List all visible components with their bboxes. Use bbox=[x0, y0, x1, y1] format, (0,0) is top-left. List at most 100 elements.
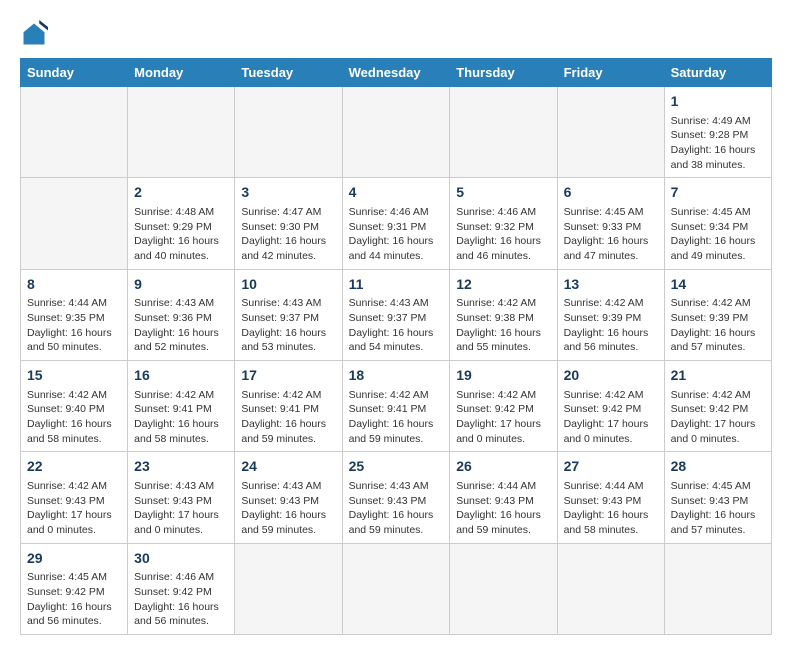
calendar-day-cell: 24Sunrise: 4:43 AMSunset: 9:43 PMDayligh… bbox=[235, 452, 342, 543]
calendar-day-cell: 11Sunrise: 4:43 AMSunset: 9:37 PMDayligh… bbox=[342, 269, 450, 360]
calendar-day-cell: 29Sunrise: 4:45 AMSunset: 9:42 PMDayligh… bbox=[21, 543, 128, 634]
calendar-day-cell: 20Sunrise: 4:42 AMSunset: 9:42 PMDayligh… bbox=[557, 361, 664, 452]
day-number: 8 bbox=[27, 275, 121, 295]
day-info: Sunrise: 4:43 AMSunset: 9:43 PMDaylight:… bbox=[134, 479, 228, 538]
page-header bbox=[20, 20, 772, 48]
day-number: 18 bbox=[349, 366, 444, 386]
day-info: Sunrise: 4:42 AMSunset: 9:40 PMDaylight:… bbox=[27, 388, 121, 447]
day-number: 21 bbox=[671, 366, 765, 386]
calendar-day-cell: 2Sunrise: 4:48 AMSunset: 9:29 PMDaylight… bbox=[128, 178, 235, 269]
calendar-week-row: 22Sunrise: 4:42 AMSunset: 9:43 PMDayligh… bbox=[21, 452, 772, 543]
calendar-day-cell bbox=[557, 543, 664, 634]
calendar-day-cell: 27Sunrise: 4:44 AMSunset: 9:43 PMDayligh… bbox=[557, 452, 664, 543]
weekday-header: Tuesday bbox=[235, 59, 342, 87]
calendar-table: SundayMondayTuesdayWednesdayThursdayFrid… bbox=[20, 58, 772, 635]
day-info: Sunrise: 4:42 AMSunset: 9:41 PMDaylight:… bbox=[349, 388, 444, 447]
day-number: 29 bbox=[27, 549, 121, 569]
calendar-day-cell bbox=[21, 178, 128, 269]
day-info: Sunrise: 4:44 AMSunset: 9:35 PMDaylight:… bbox=[27, 296, 121, 355]
calendar-body: 1Sunrise: 4:49 AMSunset: 9:28 PMDaylight… bbox=[21, 87, 772, 635]
calendar-day-cell: 25Sunrise: 4:43 AMSunset: 9:43 PMDayligh… bbox=[342, 452, 450, 543]
calendar-day-cell: 30Sunrise: 4:46 AMSunset: 9:42 PMDayligh… bbox=[128, 543, 235, 634]
day-info: Sunrise: 4:43 AMSunset: 9:43 PMDaylight:… bbox=[241, 479, 335, 538]
day-number: 16 bbox=[134, 366, 228, 386]
calendar-day-cell bbox=[21, 87, 128, 178]
day-info: Sunrise: 4:42 AMSunset: 9:39 PMDaylight:… bbox=[564, 296, 658, 355]
calendar-day-cell: 15Sunrise: 4:42 AMSunset: 9:40 PMDayligh… bbox=[21, 361, 128, 452]
day-number: 2 bbox=[134, 183, 228, 203]
calendar-day-cell bbox=[450, 543, 557, 634]
day-info: Sunrise: 4:45 AMSunset: 9:33 PMDaylight:… bbox=[564, 205, 658, 264]
weekday-header: Friday bbox=[557, 59, 664, 87]
day-info: Sunrise: 4:43 AMSunset: 9:37 PMDaylight:… bbox=[349, 296, 444, 355]
calendar-day-cell: 21Sunrise: 4:42 AMSunset: 9:42 PMDayligh… bbox=[664, 361, 771, 452]
calendar-day-cell bbox=[557, 87, 664, 178]
calendar-day-cell: 7Sunrise: 4:45 AMSunset: 9:34 PMDaylight… bbox=[664, 178, 771, 269]
day-number: 5 bbox=[456, 183, 550, 203]
day-info: Sunrise: 4:43 AMSunset: 9:37 PMDaylight:… bbox=[241, 296, 335, 355]
calendar-day-cell: 28Sunrise: 4:45 AMSunset: 9:43 PMDayligh… bbox=[664, 452, 771, 543]
calendar-day-cell: 4Sunrise: 4:46 AMSunset: 9:31 PMDaylight… bbox=[342, 178, 450, 269]
calendar-week-row: 8Sunrise: 4:44 AMSunset: 9:35 PMDaylight… bbox=[21, 269, 772, 360]
day-info: Sunrise: 4:42 AMSunset: 9:39 PMDaylight:… bbox=[671, 296, 765, 355]
calendar-day-cell: 6Sunrise: 4:45 AMSunset: 9:33 PMDaylight… bbox=[557, 178, 664, 269]
day-number: 1 bbox=[671, 92, 765, 112]
day-number: 12 bbox=[456, 275, 550, 295]
calendar-header-row: SundayMondayTuesdayWednesdayThursdayFrid… bbox=[21, 59, 772, 87]
weekday-header: Saturday bbox=[664, 59, 771, 87]
day-info: Sunrise: 4:42 AMSunset: 9:42 PMDaylight:… bbox=[564, 388, 658, 447]
day-info: Sunrise: 4:49 AMSunset: 9:28 PMDaylight:… bbox=[671, 114, 765, 173]
day-number: 28 bbox=[671, 457, 765, 477]
day-number: 7 bbox=[671, 183, 765, 203]
day-number: 15 bbox=[27, 366, 121, 386]
calendar-day-cell: 26Sunrise: 4:44 AMSunset: 9:43 PMDayligh… bbox=[450, 452, 557, 543]
day-number: 19 bbox=[456, 366, 550, 386]
day-info: Sunrise: 4:45 AMSunset: 9:42 PMDaylight:… bbox=[27, 570, 121, 629]
day-number: 6 bbox=[564, 183, 658, 203]
calendar-week-row: 15Sunrise: 4:42 AMSunset: 9:40 PMDayligh… bbox=[21, 361, 772, 452]
day-number: 27 bbox=[564, 457, 658, 477]
calendar-day-cell: 18Sunrise: 4:42 AMSunset: 9:41 PMDayligh… bbox=[342, 361, 450, 452]
day-number: 25 bbox=[349, 457, 444, 477]
calendar-day-cell: 17Sunrise: 4:42 AMSunset: 9:41 PMDayligh… bbox=[235, 361, 342, 452]
weekday-header: Wednesday bbox=[342, 59, 450, 87]
calendar-day-cell: 13Sunrise: 4:42 AMSunset: 9:39 PMDayligh… bbox=[557, 269, 664, 360]
day-info: Sunrise: 4:42 AMSunset: 9:42 PMDaylight:… bbox=[456, 388, 550, 447]
day-number: 3 bbox=[241, 183, 335, 203]
calendar-day-cell bbox=[342, 543, 450, 634]
day-info: Sunrise: 4:48 AMSunset: 9:29 PMDaylight:… bbox=[134, 205, 228, 264]
calendar-day-cell: 5Sunrise: 4:46 AMSunset: 9:32 PMDaylight… bbox=[450, 178, 557, 269]
day-number: 22 bbox=[27, 457, 121, 477]
day-info: Sunrise: 4:42 AMSunset: 9:42 PMDaylight:… bbox=[671, 388, 765, 447]
calendar-day-cell: 8Sunrise: 4:44 AMSunset: 9:35 PMDaylight… bbox=[21, 269, 128, 360]
day-info: Sunrise: 4:46 AMSunset: 9:31 PMDaylight:… bbox=[349, 205, 444, 264]
day-number: 11 bbox=[349, 275, 444, 295]
weekday-header: Monday bbox=[128, 59, 235, 87]
calendar-day-cell bbox=[664, 543, 771, 634]
day-info: Sunrise: 4:42 AMSunset: 9:41 PMDaylight:… bbox=[134, 388, 228, 447]
day-info: Sunrise: 4:42 AMSunset: 9:38 PMDaylight:… bbox=[456, 296, 550, 355]
calendar-day-cell: 23Sunrise: 4:43 AMSunset: 9:43 PMDayligh… bbox=[128, 452, 235, 543]
day-number: 14 bbox=[671, 275, 765, 295]
calendar-week-row: 1Sunrise: 4:49 AMSunset: 9:28 PMDaylight… bbox=[21, 87, 772, 178]
calendar-day-cell bbox=[235, 543, 342, 634]
day-info: Sunrise: 4:46 AMSunset: 9:32 PMDaylight:… bbox=[456, 205, 550, 264]
calendar-day-cell: 14Sunrise: 4:42 AMSunset: 9:39 PMDayligh… bbox=[664, 269, 771, 360]
day-number: 10 bbox=[241, 275, 335, 295]
calendar-day-cell: 1Sunrise: 4:49 AMSunset: 9:28 PMDaylight… bbox=[664, 87, 771, 178]
calendar-day-cell: 3Sunrise: 4:47 AMSunset: 9:30 PMDaylight… bbox=[235, 178, 342, 269]
day-info: Sunrise: 4:47 AMSunset: 9:30 PMDaylight:… bbox=[241, 205, 335, 264]
day-info: Sunrise: 4:45 AMSunset: 9:34 PMDaylight:… bbox=[671, 205, 765, 264]
day-number: 17 bbox=[241, 366, 335, 386]
day-number: 4 bbox=[349, 183, 444, 203]
logo bbox=[20, 20, 52, 48]
day-number: 20 bbox=[564, 366, 658, 386]
day-info: Sunrise: 4:43 AMSunset: 9:36 PMDaylight:… bbox=[134, 296, 228, 355]
day-info: Sunrise: 4:43 AMSunset: 9:43 PMDaylight:… bbox=[349, 479, 444, 538]
day-number: 24 bbox=[241, 457, 335, 477]
calendar-day-cell: 19Sunrise: 4:42 AMSunset: 9:42 PMDayligh… bbox=[450, 361, 557, 452]
day-info: Sunrise: 4:42 AMSunset: 9:43 PMDaylight:… bbox=[27, 479, 121, 538]
day-info: Sunrise: 4:45 AMSunset: 9:43 PMDaylight:… bbox=[671, 479, 765, 538]
calendar-day-cell: 16Sunrise: 4:42 AMSunset: 9:41 PMDayligh… bbox=[128, 361, 235, 452]
calendar-day-cell bbox=[450, 87, 557, 178]
